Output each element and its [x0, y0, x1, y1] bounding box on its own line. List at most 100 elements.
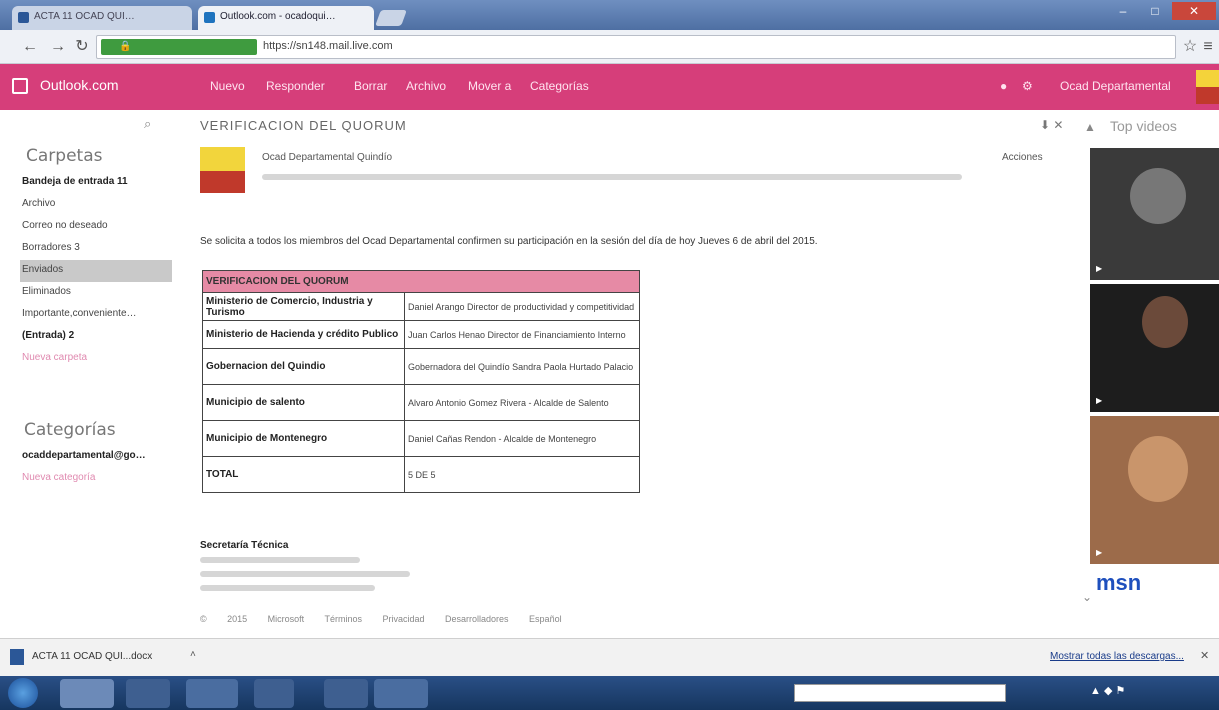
- video-thumbnail[interactable]: ▶: [1090, 284, 1219, 412]
- browser-tab-bar: ACTA 11 OCAD QUI… Outlook.com - ocadoqui…: [0, 0, 1219, 30]
- sender-avatar: [200, 147, 245, 193]
- word-file-icon: [10, 649, 24, 665]
- maximize-button[interactable]: □: [1140, 2, 1170, 20]
- url-text: https://sn148.mail.live.com: [263, 40, 393, 52]
- back-icon[interactable]: ←: [20, 37, 40, 57]
- category-item[interactable]: Nueva categoría: [20, 468, 172, 490]
- category-item[interactable]: ocaddepartamental@go…: [20, 446, 172, 468]
- representative-cell: Daniel Cañas Rendon - Alcalde de Montene…: [404, 420, 640, 457]
- msn-logo[interactable]: msn: [1096, 570, 1141, 596]
- message-body: Se solicita a todos los miembros del Oca…: [200, 236, 818, 247]
- new-tab-button[interactable]: [375, 10, 407, 26]
- folder-item[interactable]: Nueva carpeta: [20, 348, 172, 370]
- minimize-button[interactable]: –: [1108, 2, 1138, 20]
- recipient-list[interactable]: [262, 170, 982, 180]
- star-icon[interactable]: ☆: [1180, 37, 1200, 57]
- show-all-downloads[interactable]: Mostrar todas las descargas...: [1050, 651, 1184, 662]
- folders-heading: Carpetas: [26, 146, 103, 166]
- close-download-bar[interactable]: ✕: [1200, 649, 1209, 662]
- download-item[interactable]: ACTA 11 OCAD QUI...docx: [32, 651, 152, 662]
- avatar[interactable]: [1196, 70, 1219, 104]
- media-taskbar-icon[interactable]: [126, 679, 170, 708]
- tray-icons[interactable]: ▲ ◆ ⚑: [1090, 684, 1125, 697]
- actions-menu[interactable]: Acciones: [1002, 152, 1043, 163]
- signature: Secretaría Técnica: [200, 540, 410, 591]
- representative-cell: Daniel Arango Director de productividad …: [404, 292, 640, 321]
- entity-cell: Ministerio de Hacienda y crédito Publico: [202, 320, 405, 349]
- signature-title: Secretaría Técnica: [200, 540, 289, 551]
- close-window-button[interactable]: ✕: [1172, 2, 1216, 20]
- msn-logo-text: msn: [1096, 570, 1142, 595]
- app-launcher-icon[interactable]: [12, 78, 28, 94]
- folder-item[interactable]: Borradores 3: [20, 238, 172, 260]
- folder-list: Bandeja de entrada 11 Archivo Correo no de…: [20, 172, 172, 370]
- folder-item[interactable]: Archivo: [20, 194, 172, 216]
- entity-cell: Municipio de salento: [202, 384, 405, 421]
- forward-icon[interactable]: →: [48, 37, 68, 57]
- folder-item[interactable]: Correo no deseado: [20, 216, 172, 238]
- entity-cell: Ministerio de Comercio, Industria y Turi…: [202, 292, 405, 321]
- table-row: Gobernacion del Quindio Gobernadora del Q…: [202, 348, 640, 385]
- table-row: Ministerio de Comercio, Industria y Turi…: [202, 292, 640, 321]
- categories-heading: Categorías: [24, 420, 116, 440]
- table-row: TOTAL 5 DE 5: [202, 456, 640, 493]
- browser-toolbar: ← → ↻ 🔒 https://sn148.mail.live.com ☆ ≡: [0, 30, 1219, 64]
- scroll-down-icon[interactable]: ⌄: [1082, 590, 1092, 604]
- folder-item[interactable]: Bandeja de entrada 11: [20, 172, 172, 194]
- table-row: Municipio de Montenegro Daniel Cañas Rend…: [202, 420, 640, 457]
- entity-cell: TOTAL: [202, 456, 405, 493]
- word-icon: [18, 12, 29, 23]
- table-row: Ministerio de Hacienda y crédito Publico…: [202, 320, 640, 349]
- nav-delete[interactable]: Borrar: [354, 79, 387, 93]
- tab-label: Outlook.com - ocadoqui…: [220, 11, 336, 22]
- sender-name[interactable]: Ocad Departamental Quindío: [262, 152, 392, 163]
- download-options-icon[interactable]: ˄: [190, 649, 196, 660]
- message-subject: VERIFICACION DEL QUORUM: [200, 118, 407, 133]
- nav-archive[interactable]: Archivo: [406, 79, 446, 93]
- word-taskbar-icon[interactable]: [374, 679, 428, 708]
- video-thumbnail[interactable]: ▶: [1090, 148, 1219, 280]
- app-taskbar-icon[interactable]: [254, 679, 294, 708]
- scroll-up-icon[interactable]: ▲: [1084, 120, 1096, 134]
- folder-item[interactable]: (Entrada) 2: [20, 326, 172, 348]
- folder-item[interactable]: Enviados: [20, 260, 172, 282]
- entity-cell: Municipio de Montenegro: [202, 420, 405, 457]
- entity-cell: Gobernacion del Quindio: [202, 348, 405, 385]
- folder-item[interactable]: Eliminados: [20, 282, 172, 304]
- tab-label: ACTA 11 OCAD QUI…: [34, 11, 135, 22]
- representative-cell: Alvaro Antonio Gomez Rivera - Alcalde de…: [404, 384, 640, 421]
- table-row: Municipio de salento Alvaro Antonio Gomez…: [202, 384, 640, 421]
- nav-reply[interactable]: Responder: [266, 79, 325, 93]
- nav-new[interactable]: Nuevo: [210, 79, 245, 93]
- category-list: ocaddepartamental@go… Nueva categoría: [22, 446, 172, 490]
- reload-icon[interactable]: ↻: [72, 37, 92, 57]
- user-name[interactable]: Ocad Departamental: [1060, 79, 1171, 93]
- tab-outlook[interactable]: Outlook.com - ocadoqui…: [198, 6, 374, 30]
- quorum-table: VERIFICACION DEL QUORUM Ministerio de Co…: [202, 270, 640, 493]
- footer-links[interactable]: © 2015 Microsoft Términos Privacidad Des…: [200, 614, 562, 624]
- pin-icon[interactable]: ⬇ ✕: [1040, 118, 1063, 132]
- representative-cell: Gobernadora del Quindío Sandra Paola Hur…: [404, 348, 640, 385]
- taskbar-search[interactable]: [794, 684, 1006, 702]
- address-bar[interactable]: 🔒 https://sn148.mail.live.com: [96, 35, 1176, 59]
- chrome-taskbar-icon[interactable]: [60, 679, 114, 708]
- menu-icon[interactable]: ≡: [1198, 37, 1218, 57]
- representative-cell: 5 DE 5: [404, 456, 640, 493]
- tab-acta[interactable]: ACTA 11 OCAD QUI…: [12, 6, 192, 30]
- search-icon[interactable]: ⌕: [144, 116, 151, 132]
- gear-icon[interactable]: ⚙: [1022, 79, 1033, 93]
- chat-icon[interactable]: ●: [1000, 79, 1007, 93]
- outlook-icon: [204, 12, 215, 23]
- table-header: VERIFICACION DEL QUORUM: [202, 270, 640, 293]
- folder-item[interactable]: Importante,conveniente…: [20, 304, 172, 326]
- video-thumbnail[interactable]: ▶: [1090, 416, 1219, 564]
- start-button[interactable]: [8, 678, 38, 708]
- videos-heading: Top videos: [1110, 118, 1177, 134]
- folder-pane: ⌕ Carpetas Bandeja de entrada 11 Archivo C…: [0, 110, 176, 638]
- windows-taskbar: ▲ ◆ ⚑: [0, 676, 1219, 710]
- explorer-taskbar-icon[interactable]: [186, 679, 238, 708]
- nav-categories[interactable]: Categorías: [530, 79, 589, 93]
- app-taskbar-icon[interactable]: [324, 679, 368, 708]
- nav-move[interactable]: Mover a: [468, 79, 511, 93]
- outlook-brand[interactable]: Outlook.com: [40, 77, 119, 93]
